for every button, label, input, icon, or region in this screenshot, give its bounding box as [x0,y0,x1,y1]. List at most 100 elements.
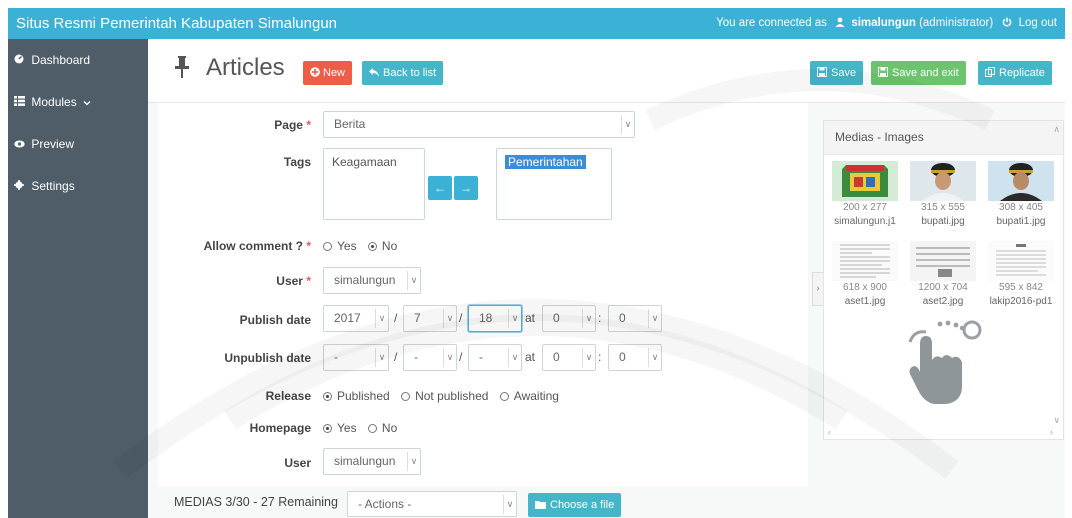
not-published-label: Not published [415,389,489,403]
page-select[interactable]: Berita ∨ [323,111,635,138]
scroll-left-icon[interactable]: ‹ [828,427,831,437]
allow-comment-radios: Yes No [323,239,397,253]
unpublish-day-select[interactable]: - ∨ [468,344,522,371]
sidebar-item-modules[interactable]: Modules [8,81,148,123]
unpublish-hour-select[interactable]: 0 ∨ [542,344,596,371]
connected-prefix: You are connected as [716,17,827,29]
medias-actions-select[interactable]: - Actions - ∨ [347,491,517,517]
user-icon [830,17,851,29]
pin-icon [175,56,189,78]
sidebar-item-label: Modules [31,95,77,109]
sidebar-item-settings[interactable]: Settings [8,165,148,207]
unpublish-minute-select[interactable]: 0 ∨ [608,344,662,371]
required-mark: * [306,118,311,132]
publish-minute-select[interactable]: 0 ∨ [608,305,662,332]
chevron-down-icon: ∨ [648,309,661,328]
medias-bar: MEDIAS 3/30 - 27 Remaining - Actions - ∨… [148,486,808,518]
scroll-down-icon[interactable]: ∨ [1053,415,1060,426]
time-separator: : [598,350,602,364]
tag-option-selected[interactable]: Pemerintahan [505,155,586,169]
image-dimensions: 315 x 555 [921,202,965,213]
radio-checked-icon [323,424,332,433]
chevron-down-icon: ∨ [582,309,595,328]
image-preview [988,161,1054,201]
publish-day-select[interactable]: 18 ∨ [468,305,522,332]
user-label-text: User [276,274,303,288]
awaiting-label: Awaiting [513,389,559,403]
arrow-right-icon: → [460,181,472,195]
logout-link[interactable]: Log out [1002,17,1057,29]
back-to-list-button[interactable]: Back to list [362,61,444,85]
release-not-published[interactable]: Not published [401,389,488,403]
tags-label: Tags [283,155,311,169]
release-published[interactable]: Published [323,389,390,403]
chevron-down-icon: ∨ [508,309,521,328]
unpublish-month-select[interactable]: - ∨ [403,344,457,371]
sidebar-item-dashboard[interactable]: Dashboard [8,39,148,81]
media-thumb[interactable]: 315 x 555 bupati.jpg [904,161,982,239]
tags-available-list[interactable]: Keagamaan [323,148,425,220]
media-thumb[interactable]: 618 x 900 aset1.jpg [826,241,904,319]
folder-icon [535,499,550,511]
unpublish-month-value: - [414,350,418,364]
user-value: simalungun [334,273,396,287]
media-thumb[interactable]: 308 x 405 bupati1.jpg [982,161,1060,239]
chevron-down-icon: ∨ [407,271,420,290]
image-preview [832,241,898,281]
homepage-label: Homepage [249,421,311,435]
chevron-down-icon: ∨ [443,348,456,367]
user2-select[interactable]: simalungun ∨ [323,448,421,475]
user-select[interactable]: simalungun ∨ [323,267,421,294]
media-thumb[interactable]: 1200 x 704 aset2.jpg [904,241,982,319]
radio-icon [323,242,332,251]
chevron-down-icon: ∨ [582,348,595,367]
save-and-exit-button[interactable]: Save and exit [871,61,966,85]
chevron-down-icon [80,95,91,109]
connected-user: simalungun [851,17,916,29]
site-title[interactable]: Situs Resmi Pemerintah Kabupaten Simalun… [16,15,337,32]
new-label: New [323,67,346,79]
choose-file-button[interactable]: Choose a file [528,493,622,517]
yes-label: Yes [337,239,357,253]
publish-hour-select[interactable]: 0 ∨ [542,305,596,332]
reply-icon [369,67,383,79]
allow-comment-no[interactable]: No [367,239,398,253]
publish-month-select[interactable]: 7 ∨ [403,305,457,332]
time-separator: : [598,311,602,325]
move-left-button[interactable]: ← [428,176,452,200]
sidebar: Dashboard Modules Preview Settings [8,39,148,518]
image-filename: bupati.jpg [921,216,965,227]
homepage-no[interactable]: No [367,421,397,435]
image-preview [988,241,1054,281]
media-thumb[interactable]: 595 x 842 lakip2016-pd1 [982,241,1060,319]
no-label: No [381,239,398,253]
publish-year-select[interactable]: 2017 ∨ [323,305,389,332]
media-thumb[interactable]: 200 x 277 simalungun.j1 [826,161,904,239]
scroll-right-icon[interactable]: › [1050,427,1053,437]
connection-info: You are connected as simalungun (adminis… [716,17,1057,29]
release-label: Release [265,389,311,403]
release-awaiting[interactable]: Awaiting [499,389,559,403]
top-bar: Situs Resmi Pemerintah Kabupaten Simalun… [8,8,1065,39]
release-radios: Published Not published Awaiting [323,389,559,403]
actions-placeholder: - Actions - [358,497,412,511]
image-preview [910,161,976,201]
homepage-yes[interactable]: Yes [323,421,357,435]
allow-comment-yes[interactable]: Yes [323,239,357,253]
image-dimensions: 595 x 842 [999,282,1043,293]
tag-option[interactable]: Keagamaan [332,155,397,169]
save-button[interactable]: Save [810,61,864,85]
sidebar-item-preview[interactable]: Preview [8,123,148,165]
homepage-radios: Yes No [323,421,397,435]
tags-selected-list[interactable]: Pemerintahan [496,148,612,220]
scroll-up-icon[interactable]: ∧ [1053,124,1060,135]
user2-label: User [284,456,311,470]
new-button[interactable]: New [303,61,353,85]
move-right-button[interactable]: → [454,176,478,200]
page-value: Berita [334,117,366,131]
unpublish-year-select[interactable]: - ∨ [323,344,389,371]
replicate-button[interactable]: Replicate [978,61,1052,85]
app-shell: Situs Resmi Pemerintah Kabupaten Simalun… [0,0,1072,518]
image-filename: aset1.jpg [844,296,886,307]
required-mark: * [306,274,311,288]
